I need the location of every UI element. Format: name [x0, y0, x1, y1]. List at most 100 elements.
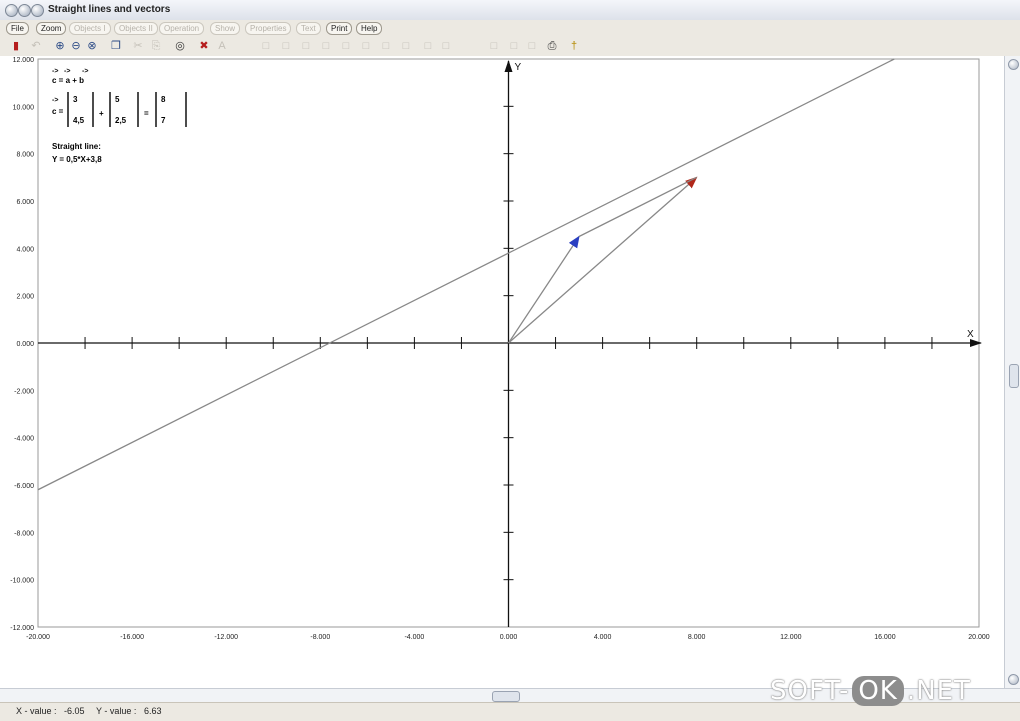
- toolbar: ▮ ↶ ⊕ ⊖ ⊗ ❐ ✂ ⎘ ◎ ✖ A □ □ □ □ □ □ □ □ □ □ □ □ □ ⎙ †: [0, 36, 1020, 57]
- menu-zoom[interactable]: Zoom: [36, 22, 67, 35]
- x-tick-label: -8.000: [310, 634, 330, 641]
- vector-b: [578, 176, 697, 238]
- tool-7-icon[interactable]: □: [378, 38, 394, 54]
- tool-1-icon[interactable]: □: [258, 38, 274, 54]
- menu-objects-ii[interactable]: Objects II: [114, 22, 158, 35]
- tool-13-icon[interactable]: □: [524, 38, 540, 54]
- zoom-in-icon[interactable]: ⊕: [52, 38, 68, 54]
- vertical-scrollbar[interactable]: [1004, 56, 1020, 688]
- y-value: 6.63: [144, 706, 162, 716]
- watermark: SOFT- OK .NET: [770, 676, 971, 706]
- x-axis-label: X: [967, 329, 974, 340]
- x-tick-label: 16.000: [874, 634, 896, 641]
- y-tick-label: 10.000: [13, 104, 35, 111]
- vector-b-top: 5: [115, 95, 120, 104]
- zoom-fit-icon[interactable]: ⊗: [84, 38, 100, 54]
- tool-4-icon[interactable]: □: [318, 38, 334, 54]
- copy-icon[interactable]: ❐: [108, 38, 124, 54]
- straight-line: [37, 58, 895, 491]
- coordinate-plot[interactable]: 12.000 10.000 8.000 6.000 4.000 2.000 0.000 -2.…: [0, 56, 1004, 688]
- scroll-up-button[interactable]: [1008, 59, 1019, 70]
- y-tick-label: 6.000: [16, 199, 34, 206]
- y-value-label: Y - value :: [96, 706, 137, 716]
- tool-3-icon[interactable]: □: [298, 38, 314, 54]
- menu-text[interactable]: Text: [296, 22, 321, 35]
- menu-show[interactable]: Show: [210, 22, 241, 35]
- y-tick-label: 0.000: [16, 341, 34, 348]
- equals-sign: =: [144, 109, 149, 118]
- menu-properties[interactable]: Properties: [245, 22, 292, 35]
- vector-a-bottom: 4,5: [73, 116, 85, 125]
- line-title: Straight line:: [52, 142, 101, 151]
- erase-icon[interactable]: ✖: [196, 38, 212, 54]
- x-tick-label: 0.000: [500, 634, 518, 641]
- vector-arrows: ->: [82, 68, 88, 75]
- print-icon[interactable]: ⎙: [544, 38, 560, 54]
- title-bar: Straight lines and vectors: [0, 0, 1020, 21]
- y-tick-label: -6.000: [14, 483, 34, 490]
- c-label: c =: [52, 107, 64, 116]
- scroll-down-button[interactable]: [1008, 674, 1019, 685]
- menu-operation[interactable]: Operation: [159, 22, 205, 35]
- menu-objects-i[interactable]: Objects I: [69, 22, 111, 35]
- vector-c-top: 8: [161, 95, 166, 104]
- window-close-button[interactable]: [5, 4, 18, 17]
- tool-5-icon[interactable]: □: [338, 38, 354, 54]
- tool-12-icon[interactable]: □: [506, 38, 522, 54]
- watermark-right: .NET: [906, 676, 971, 706]
- x-tick-label: 4.000: [594, 634, 612, 641]
- tool-10-icon[interactable]: □: [438, 38, 454, 54]
- y-tick-label: -4.000: [14, 436, 34, 443]
- paste-icon[interactable]: ⎘: [148, 38, 164, 54]
- undo-icon[interactable]: ↶: [28, 38, 44, 54]
- tool-2-icon[interactable]: □: [278, 38, 294, 54]
- y-tick-label: 12.000: [13, 57, 35, 64]
- formula-panel: -> -> -> c = a + b -> c = 3 4,5 + 5 2,5 …: [52, 68, 187, 164]
- plus-sign: +: [99, 109, 104, 118]
- x-tick-label: -20.000: [26, 634, 50, 641]
- x-tick-label: -16.000: [120, 634, 144, 641]
- y-tick-label: -8.000: [14, 530, 34, 537]
- vector-a-top: 3: [73, 95, 78, 104]
- menu-bar: File Zoom Objects I Objects II Operation Show…: [0, 20, 1020, 37]
- watermark-left: SOFT-: [770, 676, 850, 706]
- tool-11-icon[interactable]: □: [486, 38, 502, 54]
- x-tick-label: -12.000: [214, 634, 238, 641]
- y-tick-label: 2.000: [16, 294, 34, 301]
- window-minimize-button[interactable]: [18, 4, 31, 17]
- vector-arrows: ->: [64, 68, 70, 75]
- menu-file[interactable]: File: [6, 22, 29, 35]
- menu-help[interactable]: Help: [356, 22, 383, 35]
- text-icon[interactable]: A: [214, 38, 230, 54]
- y-tick-label: 4.000: [16, 246, 34, 253]
- window-maximize-button[interactable]: [31, 4, 44, 17]
- vector-arrows: ->: [52, 68, 58, 75]
- y-tick-label: -10.000: [10, 578, 34, 585]
- y-axis-label: Y: [515, 62, 522, 73]
- zoom-out-icon[interactable]: ⊖: [68, 38, 84, 54]
- tool-9-icon[interactable]: □: [420, 38, 436, 54]
- tool-6-icon[interactable]: □: [358, 38, 374, 54]
- plot-area[interactable]: 12.000 10.000 8.000 6.000 4.000 2.000 0.000 -2.…: [0, 56, 1004, 688]
- line-equation: Y = 0,5*X+3,8: [52, 155, 102, 164]
- binoculars-icon[interactable]: ◎: [172, 38, 188, 54]
- vector-b-bottom: 2,5: [115, 116, 127, 125]
- window-title: Straight lines and vectors: [48, 4, 171, 15]
- y-tick-label: 8.000: [16, 152, 34, 159]
- x-tick-label: 20.000: [968, 634, 990, 641]
- help-icon[interactable]: †: [566, 38, 582, 54]
- watermark-box: OK: [852, 676, 904, 706]
- y-tick-label: -2.000: [14, 388, 34, 395]
- horizontal-scroll-thumb[interactable]: [492, 691, 520, 702]
- vector-arrows: ->: [52, 97, 58, 104]
- x-value: -6.05: [64, 706, 85, 716]
- cut-icon[interactable]: ✂: [130, 38, 146, 54]
- menu-print[interactable]: Print: [326, 22, 353, 35]
- exit-icon[interactable]: ▮: [8, 38, 24, 54]
- tool-8-icon[interactable]: □: [398, 38, 414, 54]
- x-tick-label: -4.000: [404, 634, 424, 641]
- x-tick-label: 8.000: [688, 634, 706, 641]
- vector-equation: c = a + b: [52, 76, 84, 85]
- vertical-scroll-thumb[interactable]: [1009, 364, 1019, 388]
- y-tick-label: -12.000: [10, 625, 34, 632]
